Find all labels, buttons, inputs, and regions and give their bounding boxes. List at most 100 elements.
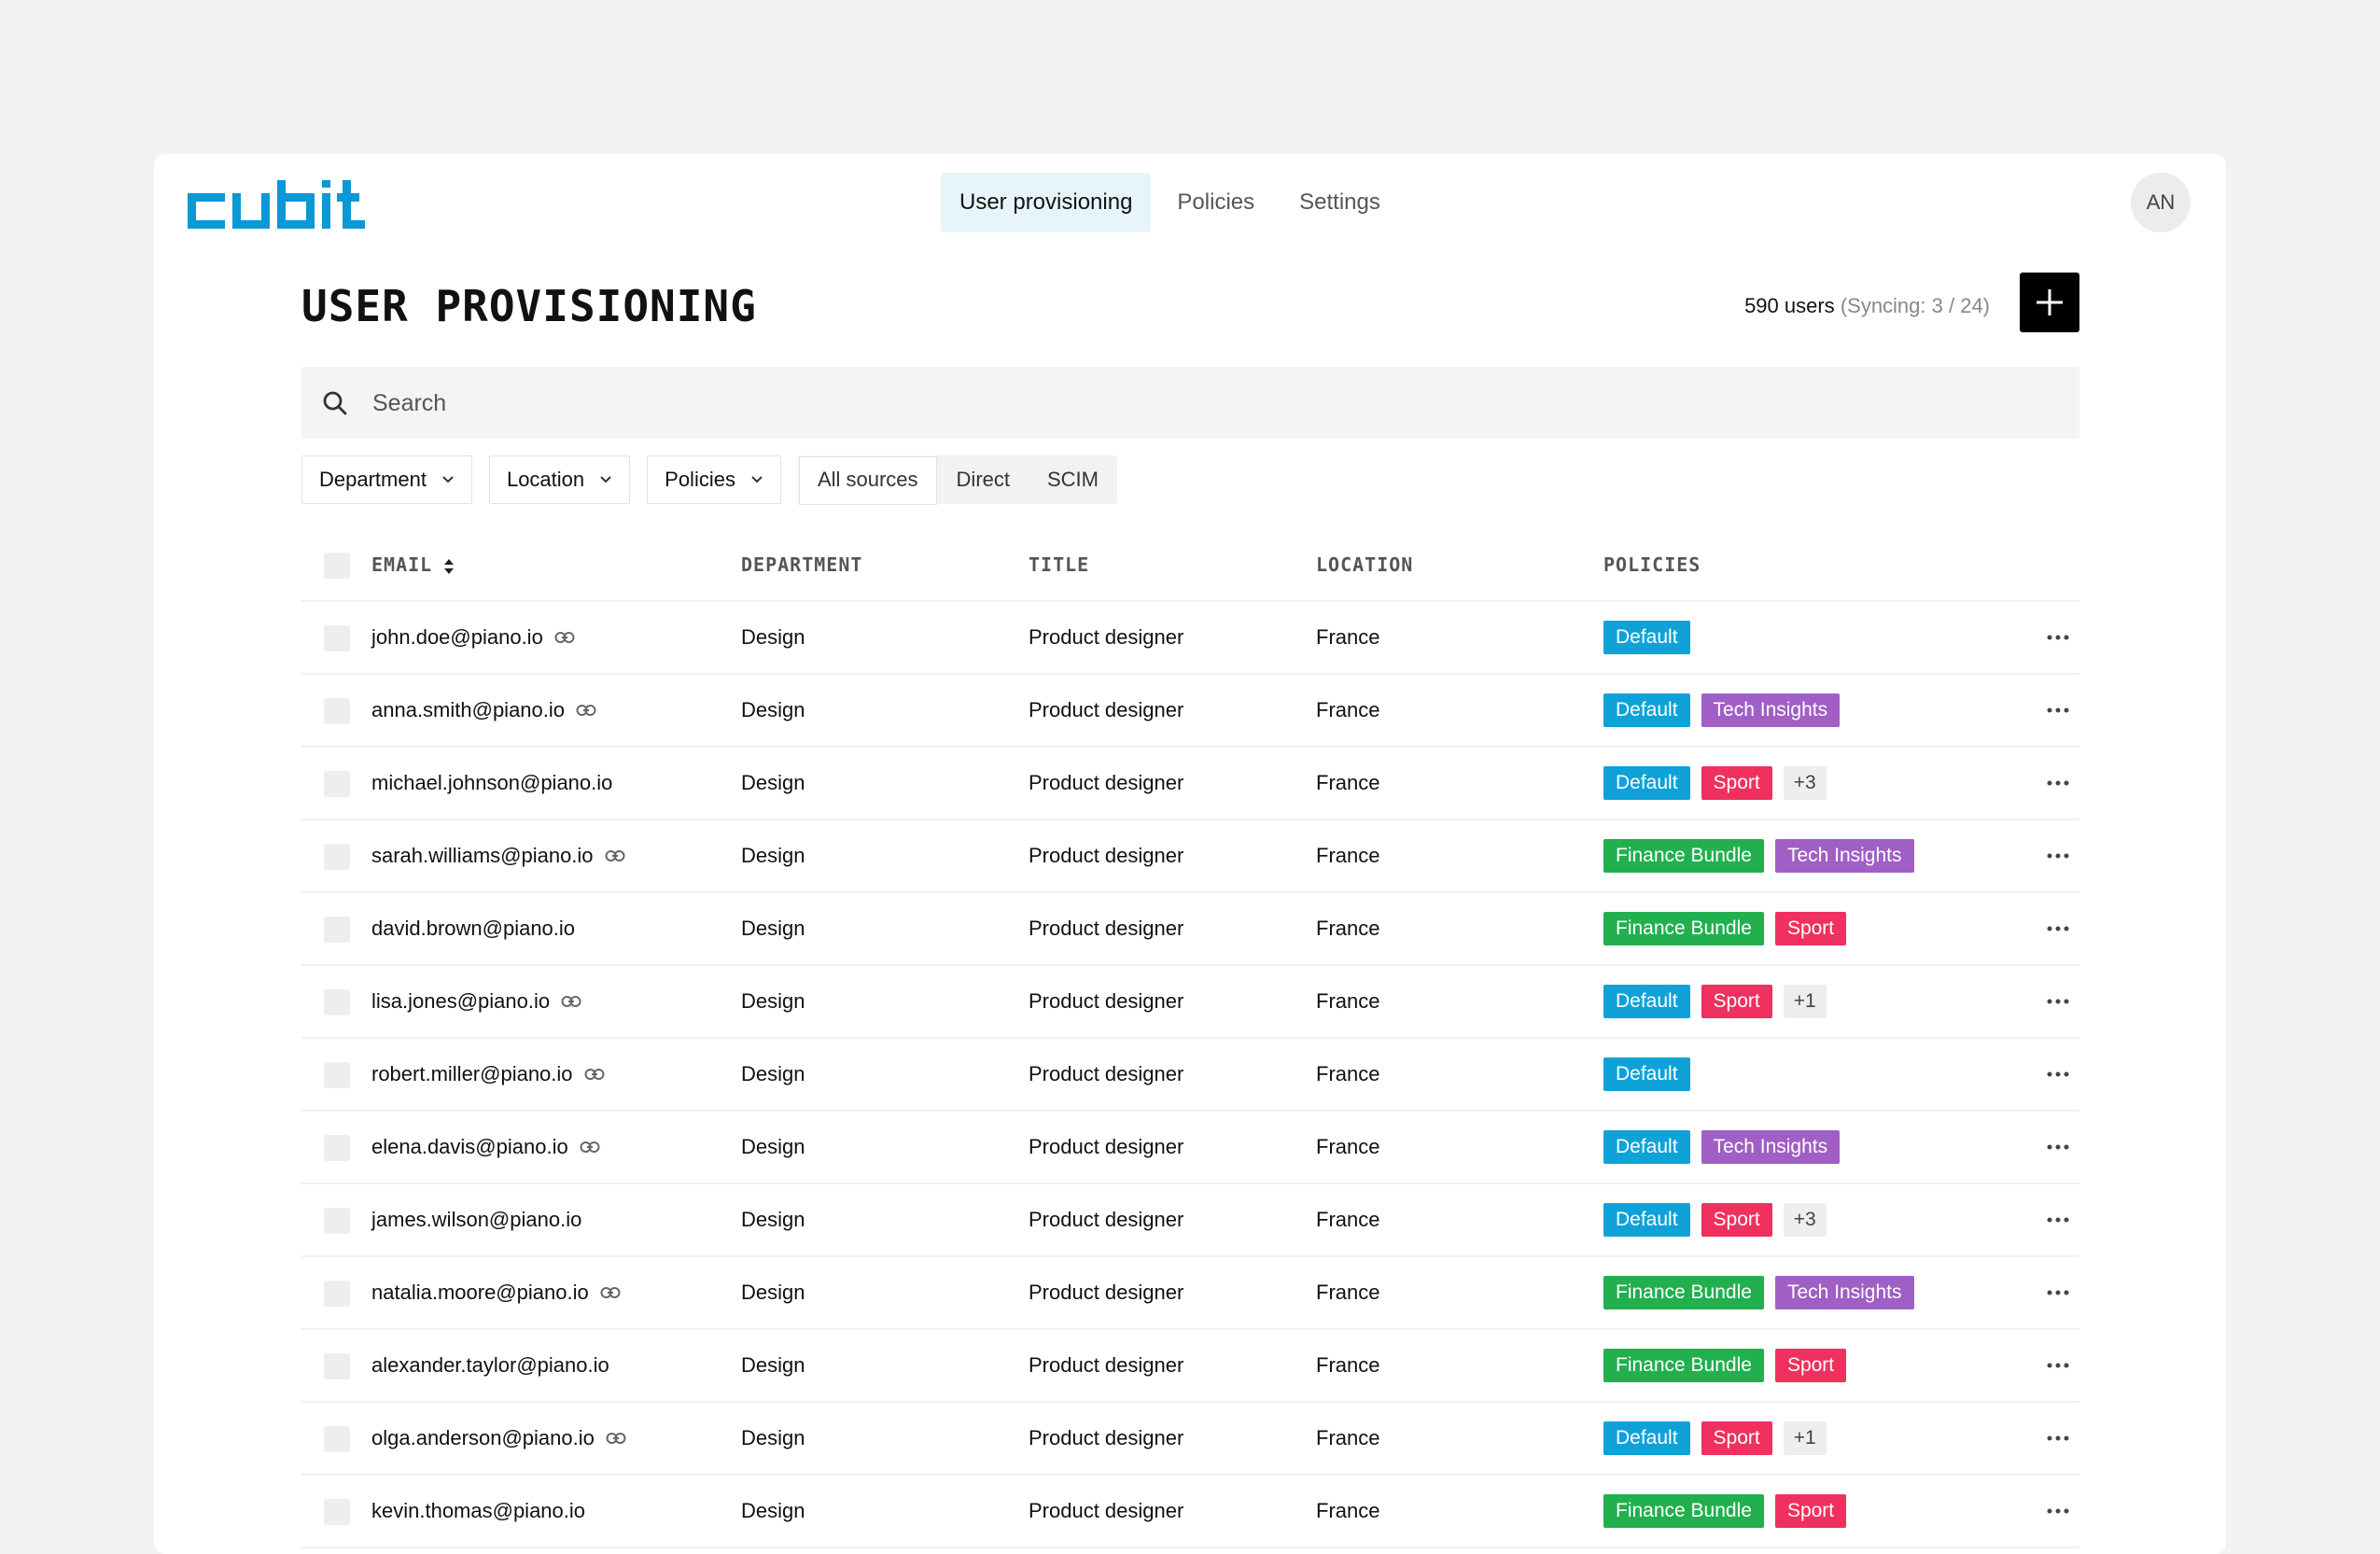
policy-tag[interactable]: Default (1603, 693, 1690, 727)
more-horizontal-icon (2047, 1435, 2069, 1441)
policy-tag[interactable]: Finance Bundle (1603, 1349, 1764, 1382)
row-checkbox[interactable] (324, 917, 350, 943)
policy-more-badge[interactable]: +1 (1783, 985, 1827, 1018)
email-text: elena.davis@piano.io (371, 1135, 568, 1158)
filter-policies-dropdown[interactable]: Policies (647, 455, 781, 504)
policy-tag[interactable]: Sport (1701, 985, 1772, 1018)
row-checkbox[interactable] (324, 698, 350, 724)
source-option-all-sources[interactable]: All sources (798, 456, 937, 505)
policy-tag[interactable]: Sport (1774, 1494, 1847, 1528)
table-row[interactable]: natalia.moore@piano.io Design Product desi… (301, 1257, 2079, 1330)
policy-tag[interactable]: Tech Insights (1701, 1130, 1841, 1164)
table-row[interactable]: robert.miller@piano.io Design Product desi… (301, 1039, 2079, 1112)
source-option-scim[interactable]: SCIM (1029, 456, 1116, 503)
cell-department: Design (741, 1135, 805, 1158)
row-actions-button[interactable] (2047, 1280, 2071, 1306)
column-header-policies[interactable]: POLICIES (1603, 529, 1701, 600)
policy-tag[interactable]: Sport (1701, 1421, 1772, 1455)
row-actions-button[interactable] (2047, 1425, 2071, 1451)
table-row[interactable]: elena.davis@piano.io Design Product design… (301, 1112, 2079, 1184)
table-row[interactable]: olga.anderson@piano.io Design Product desi… (301, 1403, 2079, 1476)
row-checkbox[interactable] (324, 1426, 350, 1452)
cell-email: james.wilson@piano.io (371, 1184, 581, 1255)
policy-tag[interactable]: Default (1603, 1203, 1690, 1237)
policy-tag[interactable]: Default (1603, 1421, 1690, 1455)
row-checkbox[interactable] (324, 989, 350, 1015)
cubit-logo[interactable] (188, 180, 367, 232)
filter-department-dropdown[interactable]: Department (301, 455, 472, 504)
column-header-email[interactable]: EMAIL (371, 529, 455, 600)
row-actions-button[interactable] (2047, 1352, 2071, 1379)
policy-tag[interactable]: Default (1603, 985, 1690, 1018)
cell-policies: Default Tech Insights (1603, 1112, 1841, 1183)
row-checkbox[interactable] (324, 844, 350, 870)
table-row[interactable]: lisa.jones@piano.io Design Product designe… (301, 966, 2079, 1039)
nav-tab-settings[interactable]: Settings (1281, 173, 1399, 232)
row-checkbox[interactable] (324, 1208, 350, 1234)
policy-tag[interactable]: Sport (1701, 1203, 1772, 1237)
table-row[interactable]: james.wilson@piano.io Design Product desig… (301, 1184, 2079, 1257)
row-checkbox[interactable] (324, 1062, 350, 1088)
more-horizontal-icon (2047, 1290, 2069, 1295)
row-actions-button[interactable] (2047, 1061, 2071, 1087)
row-checkbox[interactable] (324, 1281, 350, 1307)
policy-tag[interactable]: Sport (1774, 912, 1847, 945)
search-input[interactable] (371, 367, 2054, 441)
row-actions-button[interactable] (2047, 988, 2071, 1015)
more-horizontal-icon (2047, 926, 2069, 931)
row-actions-button[interactable] (2047, 1498, 2071, 1524)
table-row[interactable]: alexander.taylor@piano.io Design Product d… (301, 1330, 2079, 1403)
table-row[interactable]: david.brown@piano.io Design Product design… (301, 893, 2079, 966)
row-checkbox[interactable] (324, 1353, 350, 1379)
row-checkbox[interactable] (324, 1499, 350, 1525)
nav-tab-policies[interactable]: Policies (1158, 173, 1273, 232)
policy-tag[interactable]: Default (1603, 766, 1690, 800)
policy-tag[interactable]: Tech Insights (1774, 1276, 1914, 1309)
cell-title: Product designer (1029, 989, 1184, 1013)
email-text: david.brown@piano.io (371, 917, 576, 940)
policy-tag[interactable]: Finance Bundle (1603, 912, 1764, 945)
policy-more-badge[interactable]: +1 (1783, 1421, 1827, 1455)
email-text: james.wilson@piano.io (371, 1208, 582, 1231)
cell-policies: Default Sport +1 (1603, 1403, 1827, 1474)
policy-tag[interactable]: Default (1603, 621, 1690, 654)
row-actions-button[interactable] (2047, 624, 2071, 651)
top-nav: User provisioning Policies Settings (941, 173, 1399, 232)
add-user-button[interactable] (2020, 273, 2079, 332)
policy-tag[interactable]: Finance Bundle (1603, 1494, 1764, 1528)
policy-more-badge[interactable]: +3 (1783, 766, 1827, 800)
policy-more-badge[interactable]: +3 (1783, 1203, 1827, 1237)
row-checkbox[interactable] (324, 625, 350, 651)
cell-email: natalia.moore@piano.io (371, 1257, 621, 1328)
row-actions-button[interactable] (2047, 1134, 2071, 1160)
filter-location-dropdown[interactable]: Location (488, 455, 631, 504)
column-header-email-label: EMAIL (371, 553, 433, 576)
column-header-department[interactable]: DEPARTMENT (741, 529, 862, 600)
row-actions-button[interactable] (2047, 697, 2071, 723)
row-actions-button[interactable] (2047, 843, 2071, 869)
policy-tag[interactable]: Sport (1774, 1349, 1847, 1382)
policy-tag[interactable]: Default (1603, 1130, 1690, 1164)
policy-tag[interactable]: Finance Bundle (1603, 839, 1764, 873)
avatar[interactable]: AN (2131, 173, 2191, 232)
row-checkbox[interactable] (324, 771, 350, 797)
policy-tag[interactable]: Sport (1701, 766, 1772, 800)
policy-tag[interactable]: Finance Bundle (1603, 1276, 1764, 1309)
policy-tag[interactable]: Tech Insights (1701, 693, 1841, 727)
row-checkbox[interactable] (324, 1135, 350, 1161)
row-actions-button[interactable] (2047, 770, 2071, 796)
column-header-location[interactable]: LOCATION (1316, 529, 1413, 600)
table-row[interactable]: michael.johnson@piano.io Design Product de… (301, 748, 2079, 820)
row-actions-button[interactable] (2047, 1207, 2071, 1233)
source-option-direct[interactable]: Direct (939, 456, 1028, 503)
policy-tag[interactable]: Default (1603, 1057, 1690, 1091)
table-row[interactable]: john.doe@piano.io Design Product designer F… (301, 602, 2079, 675)
column-header-title[interactable]: TITLE (1029, 529, 1089, 600)
table-row[interactable]: anna.smith@piano.io Design Product designe… (301, 675, 2079, 748)
table-row[interactable]: sarah.williams@piano.io Design Product des… (301, 820, 2079, 893)
cell-location: France (1316, 1208, 1380, 1231)
policy-tag[interactable]: Tech Insights (1774, 839, 1914, 873)
nav-tab-user-provisioning[interactable]: User provisioning (941, 173, 1152, 232)
row-actions-button[interactable] (2047, 916, 2071, 942)
select-all-checkbox[interactable] (324, 553, 350, 579)
